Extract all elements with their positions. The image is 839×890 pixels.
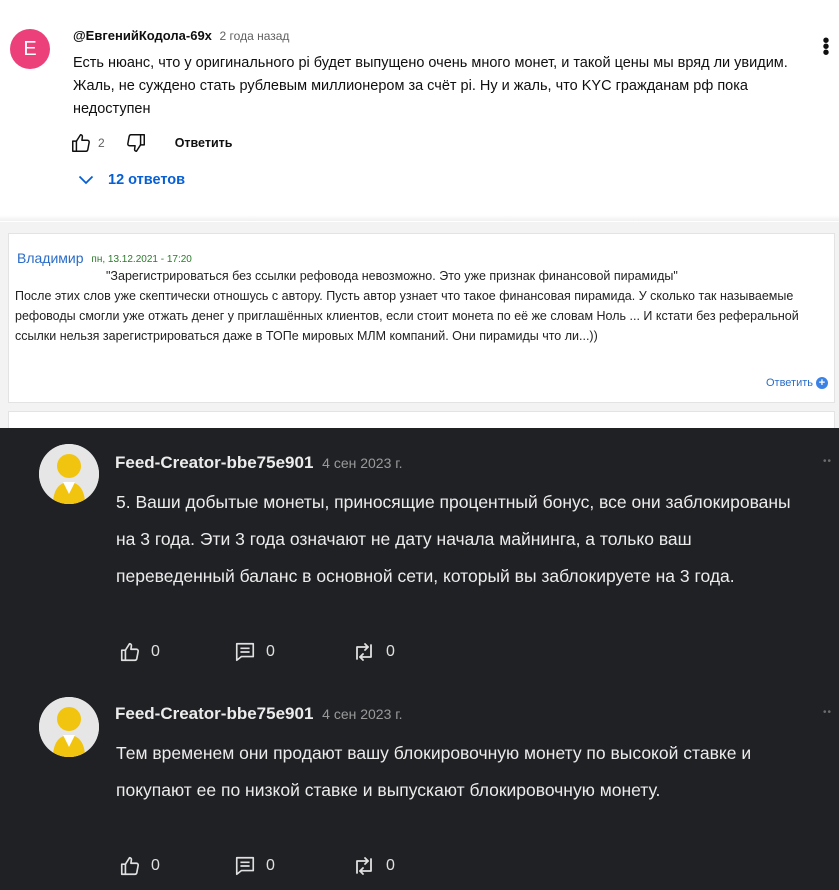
thumbs-up-icon — [120, 856, 140, 876]
comment-actions: 0 0 0 — [119, 640, 395, 664]
youtube-comment: E @ЕвгенийКодола-69х 2 года назад Есть н… — [0, 0, 839, 222]
comment-header: Владимир пн, 13.12.2021 - 17:20 — [17, 250, 192, 266]
comment-actions: 0 0 0 — [119, 854, 395, 878]
comment-time[interactable]: 2 года назад — [220, 29, 290, 43]
avatar[interactable]: E — [10, 29, 50, 69]
comment-author[interactable]: Владимир — [17, 250, 84, 266]
more-options-icon[interactable]: • • • — [821, 31, 831, 63]
thumbs-up-icon — [120, 642, 140, 662]
like-count: 0 — [151, 643, 160, 660]
replies-count-label: 12 ответов — [108, 172, 186, 188]
comment-header: Feed-Creator-bbe75e901 4 сен 2023 г. — [115, 704, 403, 724]
comment-quote: "Зарегистрироваться без ссылки рефовода … — [106, 269, 678, 283]
comments-button[interactable]: 0 — [234, 641, 352, 663]
repost-count: 0 — [386, 643, 395, 660]
comment-count: 0 — [266, 857, 275, 874]
comment-header: Feed-Creator-bbe75e901 4 сен 2023 г. — [115, 453, 403, 473]
forum-comment: Владимир пн, 13.12.2021 - 17:20 "Зарегис… — [8, 233, 835, 403]
forum-comment-section: Владимир пн, 13.12.2021 - 17:20 "Зарегис… — [0, 222, 839, 431]
reply-label: Ответить — [765, 377, 813, 389]
user-avatar-icon — [39, 444, 99, 504]
comment-author[interactable]: Feed-Creator-bbe75e901 — [115, 453, 313, 472]
chevron-down-icon — [78, 175, 94, 185]
reply-button[interactable]: Ответить + — [766, 377, 828, 389]
thumbs-down-icon — [126, 134, 145, 152]
like-button[interactable]: 0 — [119, 641, 234, 663]
comment-text: Есть нюанс, что у оригинального pi будет… — [73, 55, 788, 117]
comment-author[interactable]: @ЕвгенийКодола-69х — [73, 28, 212, 43]
repost-button[interactable]: 0 — [352, 641, 395, 663]
show-replies-button[interactable]: 12 ответов — [78, 172, 185, 188]
comment-time: 4 сен 2023 г. — [322, 706, 403, 722]
dislike-button[interactable] — [125, 132, 147, 154]
avatar[interactable] — [39, 444, 99, 504]
comment-icon — [235, 642, 255, 662]
repost-icon — [356, 857, 372, 875]
comment-text: 5. Ваши добытые монеты, приносящие проце… — [116, 492, 791, 586]
like-button[interactable] — [70, 132, 92, 154]
comment-text: После этих слов уже скептически отношусь… — [15, 289, 799, 343]
comment-time: 4 сен 2023 г. — [322, 455, 403, 471]
comment-author[interactable]: Feed-Creator-bbe75e901 — [115, 704, 313, 723]
comment-actions: 2 Ответить — [70, 131, 232, 155]
avatar[interactable] — [39, 697, 99, 757]
user-avatar-icon — [39, 697, 99, 757]
repost-count: 0 — [386, 857, 395, 874]
repost-icon — [356, 643, 372, 661]
comment-icon — [235, 856, 255, 876]
like-count: 2 — [98, 136, 105, 150]
comments-button[interactable]: 0 — [234, 855, 352, 877]
comment-count: 0 — [266, 643, 275, 660]
comment-header: @ЕвгенийКодола-69х 2 года назад — [73, 28, 289, 43]
more-options-icon[interactable]: •• — [823, 456, 833, 467]
like-count: 0 — [151, 857, 160, 874]
reply-button[interactable]: Ответить — [175, 136, 233, 150]
comment-date: пн, 13.12.2021 - 17:20 — [91, 254, 192, 265]
more-options-icon[interactable]: •• — [823, 707, 833, 718]
like-button[interactable]: 0 — [119, 855, 234, 877]
plus-icon: + — [816, 377, 828, 389]
dark-comment-feed: Feed-Creator-bbe75e901 4 сен 2023 г. •• … — [0, 428, 839, 890]
divider — [0, 215, 839, 221]
thumbs-up-icon — [72, 134, 90, 152]
comment-text: Тем временем они продают вашу блокировоч… — [116, 743, 752, 800]
repost-button[interactable]: 0 — [352, 855, 395, 877]
